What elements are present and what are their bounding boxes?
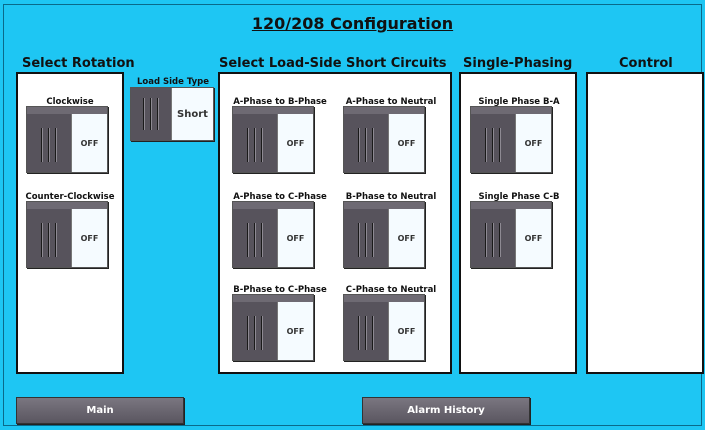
switch-state: OFF	[277, 209, 313, 267]
grip-line-icon	[150, 98, 152, 130]
switch-handle	[344, 209, 390, 267]
clockwise-switch[interactable]: OFF	[26, 106, 108, 173]
section-header-load-side: Select Load-Side Short Circuits	[219, 56, 447, 71]
a-phase-to-c-phase-switch[interactable]: OFF	[232, 201, 314, 268]
switch-handle	[471, 114, 517, 172]
switch-handle	[27, 209, 73, 267]
load-side-type-label: Load Side Type	[136, 77, 210, 87]
switch-handle	[233, 209, 279, 267]
grip-line-icon	[247, 128, 249, 162]
switch-handle	[27, 114, 73, 172]
grip-line-icon	[254, 223, 256, 257]
grip-line-icon	[41, 128, 43, 162]
grip-line-icon	[372, 128, 374, 162]
grip-line-icon	[41, 223, 43, 257]
grip-line-icon	[365, 316, 367, 350]
main-button[interactable]: Main	[16, 397, 184, 424]
grip-line-icon	[372, 223, 374, 257]
switch-state: OFF	[277, 114, 313, 172]
switch-handle	[344, 114, 390, 172]
switch-state: OFF	[71, 114, 107, 172]
switch-handle	[233, 114, 279, 172]
b-phase-to-neutral-switch[interactable]: OFF	[343, 201, 425, 268]
switch-handle	[233, 302, 279, 360]
grip-line-icon	[365, 223, 367, 257]
toggle-handle	[131, 88, 171, 140]
grip-line-icon	[261, 223, 263, 257]
a-phase-to-b-phase-switch[interactable]: OFF	[232, 106, 314, 173]
grip-line-icon	[485, 128, 487, 162]
load-side-type-state: Short	[171, 88, 213, 140]
switch-handle	[344, 302, 390, 360]
grip-line-icon	[492, 223, 494, 257]
switch-state: OFF	[277, 302, 313, 360]
grip-line-icon	[247, 223, 249, 257]
alarm-history-button[interactable]: Alarm History	[362, 397, 530, 424]
switch-state: OFF	[388, 114, 424, 172]
switch-state: OFF	[388, 209, 424, 267]
control-panel	[586, 72, 704, 374]
grip-line-icon	[157, 98, 159, 130]
single-phase-b-a-switch[interactable]: OFF	[470, 106, 552, 173]
switch-state: OFF	[71, 209, 107, 267]
grip-line-icon	[358, 316, 360, 350]
grip-line-icon	[261, 316, 263, 350]
grip-line-icon	[55, 223, 57, 257]
grip-line-icon	[365, 128, 367, 162]
switch-state: OFF	[515, 209, 551, 267]
grip-line-icon	[499, 223, 501, 257]
grip-line-icon	[55, 128, 57, 162]
load-side-type-toggle[interactable]: Short	[130, 87, 214, 141]
grip-line-icon	[254, 128, 256, 162]
section-header-single-phasing: Single-Phasing	[463, 56, 573, 71]
c-phase-to-neutral-switch[interactable]: OFF	[343, 294, 425, 361]
grip-line-icon	[499, 128, 501, 162]
section-header-rotation: Select Rotation	[22, 56, 135, 71]
section-header-control: Control	[619, 56, 673, 71]
grip-line-icon	[372, 316, 374, 350]
b-phase-to-c-phase-switch[interactable]: OFF	[232, 294, 314, 361]
single-phase-c-b-switch[interactable]: OFF	[470, 201, 552, 268]
switch-state: OFF	[515, 114, 551, 172]
grip-line-icon	[48, 223, 50, 257]
grip-line-icon	[358, 128, 360, 162]
grip-line-icon	[261, 128, 263, 162]
switch-state: OFF	[388, 302, 424, 360]
grip-line-icon	[254, 316, 256, 350]
a-phase-to-neutral-switch[interactable]: OFF	[343, 106, 425, 173]
counter-clockwise-switch[interactable]: OFF	[26, 201, 108, 268]
grip-line-icon	[485, 223, 487, 257]
page-title: 120/208 Configuration	[251, 14, 454, 33]
grip-line-icon	[143, 98, 145, 130]
grip-line-icon	[48, 128, 50, 162]
grip-line-icon	[492, 128, 494, 162]
grip-line-icon	[358, 223, 360, 257]
grip-line-icon	[247, 316, 249, 350]
switch-handle	[471, 209, 517, 267]
